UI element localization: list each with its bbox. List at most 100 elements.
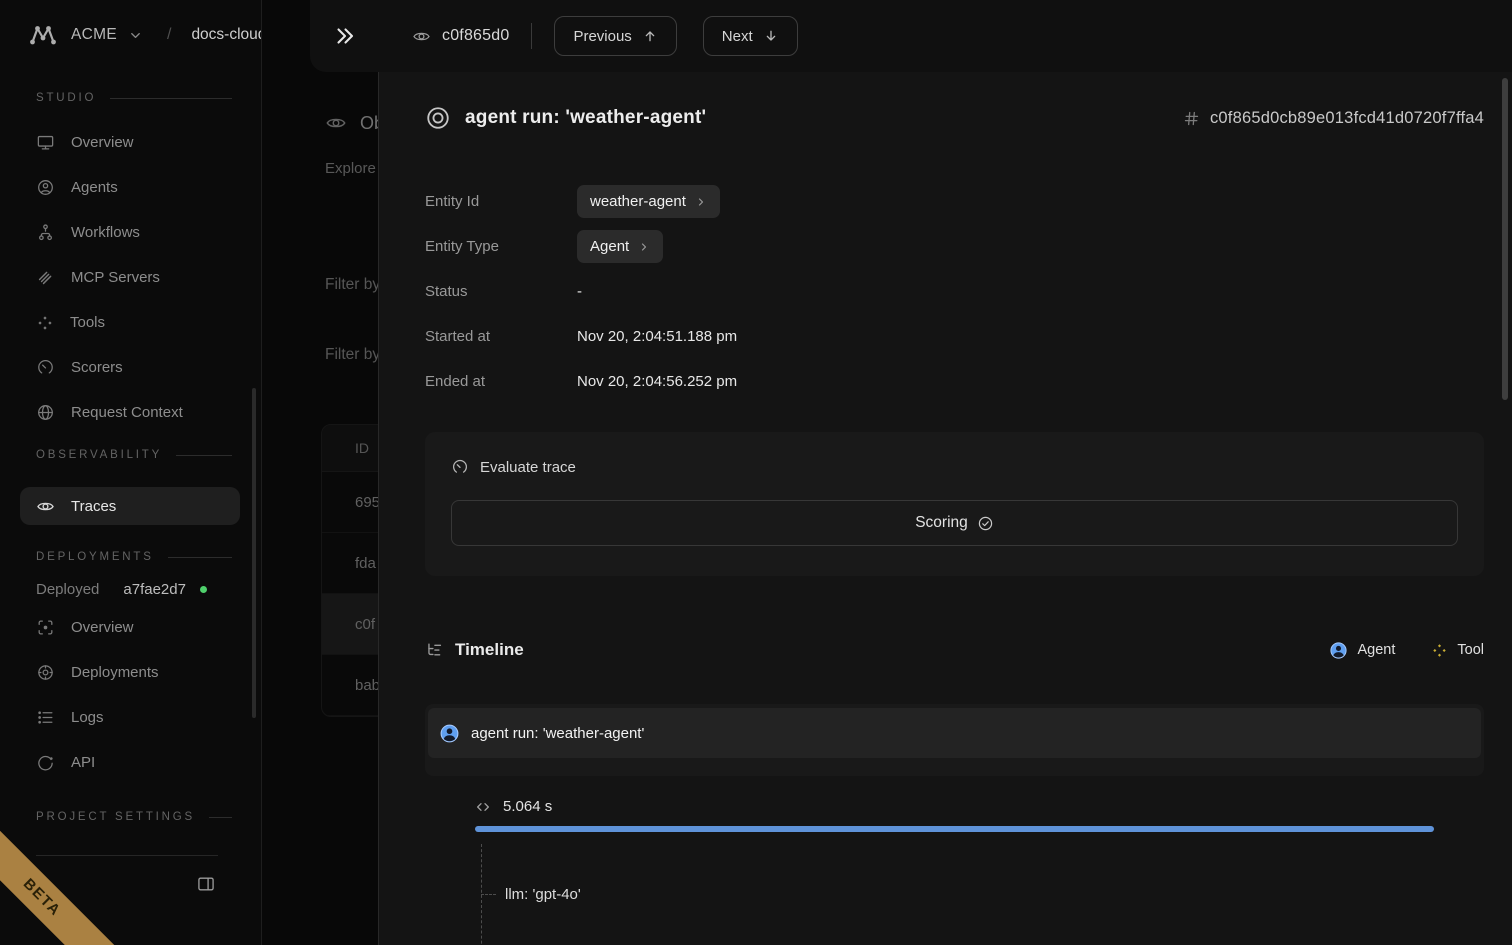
entity-id-badge[interactable]: weather-agent — [577, 185, 720, 218]
legend-agent-label: Agent — [1357, 642, 1395, 658]
chevron-down-icon[interactable] — [128, 28, 143, 43]
deployed-status-row: Deployed a7fae2d7 — [0, 579, 260, 599]
trace-id-short: c0f865d0 — [442, 27, 509, 45]
arrow-up-icon — [642, 28, 658, 44]
eye-icon — [36, 497, 55, 516]
sidebar-item-label: Overview — [71, 619, 134, 636]
chevrons-right-icon[interactable] — [332, 24, 356, 48]
previous-button[interactable]: Previous — [554, 16, 676, 56]
check-circle-icon — [977, 515, 994, 532]
logs-icon — [36, 708, 55, 727]
sidebar-item-label: Scorers — [71, 359, 123, 376]
legend-tool: Tool — [1431, 642, 1484, 659]
sidebar-item-traces[interactable]: Traces — [20, 487, 240, 525]
sidebar: STUDIO Overview Agents Workflows MCP Ser… — [0, 70, 260, 894]
sidebar-item-label: Request Context — [71, 404, 183, 421]
sidebar-scrollbar[interactable] — [252, 388, 256, 718]
globe-icon — [36, 403, 55, 422]
entity-type-value: Agent — [590, 238, 629, 255]
sidebar-item-deployments[interactable]: Deployments — [0, 650, 260, 695]
tree-connector-horizontal — [481, 894, 496, 895]
scan-focus-icon — [36, 618, 55, 637]
gauge-icon — [451, 458, 469, 476]
entity-type-badge[interactable]: Agent — [577, 230, 663, 263]
sidebar-section-project-settings: PROJECT SETTINGS — [36, 811, 232, 823]
sidebar-item-label: API — [71, 754, 95, 771]
sidebar-item-label: MCP Servers — [71, 269, 160, 286]
meta-label: Entity Id — [425, 193, 577, 210]
sidebar-item-label: Traces — [71, 498, 116, 515]
sidebar-item-overview[interactable]: Overview — [0, 120, 260, 165]
sidebar-section-observability: OBSERVABILITY — [36, 449, 232, 461]
arrow-down-icon — [763, 28, 779, 44]
root-span-label: agent run: 'weather-agent' — [471, 725, 644, 742]
sidebar-divider — [36, 855, 218, 856]
sidebar-item-workflows[interactable]: Workflows — [0, 210, 260, 255]
sidebar-section-studio: STUDIO — [36, 92, 232, 104]
app-header: ACME / docs-cloud-obs — [0, 0, 297, 70]
duration-value: 5.064 s — [503, 798, 552, 815]
ended-at-value: Nov 20, 2:04:56.252 pm — [577, 373, 737, 390]
legend-agent: Agent — [1329, 641, 1395, 660]
breadcrumb-separator: / — [167, 26, 171, 44]
meta-row-started-at: Started at Nov 20, 2:04:51.188 pm — [425, 314, 1484, 359]
meta-row-entity-id: Entity Id weather-agent — [425, 179, 1484, 224]
trace-hash: c0f865d0cb89e013fcd41d0720f7ffa4 — [1210, 109, 1484, 128]
panel-scrollbar[interactable] — [1502, 78, 1508, 400]
section-label: PROJECT SETTINGS — [36, 811, 195, 823]
sidebar-item-label: Tools — [70, 314, 105, 331]
section-label: DEPLOYMENTS — [36, 551, 154, 563]
evaluate-trace-label: Evaluate trace — [480, 459, 576, 476]
meta-label: Ended at — [425, 373, 577, 390]
sidebar-item-scorers[interactable]: Scorers — [0, 345, 260, 390]
deployed-id[interactable]: a7fae2d7 — [123, 581, 186, 598]
vertical-divider — [531, 23, 532, 49]
trace-drawer-topbar: c0f865d0 Previous Next — [310, 0, 1512, 72]
next-button[interactable]: Next — [703, 16, 798, 56]
sidebar-item-api[interactable]: API — [0, 740, 260, 785]
tools-icon — [36, 314, 54, 332]
timeline-child-span-row[interactable]: llm: 'gpt-4o' — [475, 880, 1484, 908]
mcp-icon — [36, 268, 55, 287]
status-value: - — [577, 283, 582, 300]
agent-span-icon — [439, 723, 460, 744]
chevron-right-icon — [638, 241, 650, 253]
page-title: agent run: 'weather-agent' — [465, 107, 706, 129]
trace-id-chip: c0f865d0 — [412, 27, 509, 46]
timeline-root-span-container: agent run: 'weather-agent' — [425, 704, 1484, 776]
sidebar-item-request-context[interactable]: Request Context — [0, 390, 260, 435]
sidebar-item-mcp-servers[interactable]: MCP Servers — [0, 255, 260, 300]
sidebar-collapse-icon[interactable] — [196, 874, 216, 894]
chevron-right-icon — [695, 196, 707, 208]
span-duration-block: 5.064 s — [475, 798, 1434, 832]
scoring-button-label: Scoring — [915, 514, 968, 532]
evaluate-trace-card: Evaluate trace Scoring — [425, 432, 1484, 576]
sidebar-item-label: Workflows — [71, 224, 140, 241]
section-label: STUDIO — [36, 92, 96, 104]
trace-metadata: Entity Id weather-agent Entity Type Agen… — [425, 179, 1484, 404]
ship-wheel-icon — [36, 663, 55, 682]
child-span-label: llm: 'gpt-4o' — [505, 886, 581, 903]
workflow-icon — [36, 223, 55, 242]
sidebar-item-tools[interactable]: Tools — [0, 300, 260, 345]
deployed-label: Deployed — [36, 581, 99, 598]
timeline-root-span-row[interactable]: agent run: 'weather-agent' — [428, 708, 1481, 758]
trace-detail-panel: agent run: 'weather-agent' c0f865d0cb89e… — [378, 0, 1512, 945]
sidebar-item-label: Agents — [71, 179, 118, 196]
legend-tool-label: Tool — [1457, 642, 1484, 658]
target-icon — [425, 105, 451, 131]
agent-legend-icon — [1329, 641, 1348, 660]
hash-icon — [1183, 110, 1200, 127]
list-tree-icon — [425, 641, 444, 660]
sidebar-item-deploy-overview[interactable]: Overview — [0, 605, 260, 650]
api-icon — [36, 753, 55, 772]
meta-label: Status — [425, 283, 577, 300]
sidebar-item-logs[interactable]: Logs — [0, 695, 260, 740]
scoring-button[interactable]: Scoring — [451, 500, 1458, 546]
previous-button-label: Previous — [573, 28, 631, 45]
org-name[interactable]: ACME — [71, 26, 117, 44]
meta-label: Started at — [425, 328, 577, 345]
meta-label: Entity Type — [425, 238, 577, 255]
mastra-logo — [28, 23, 58, 47]
sidebar-item-agents[interactable]: Agents — [0, 165, 260, 210]
